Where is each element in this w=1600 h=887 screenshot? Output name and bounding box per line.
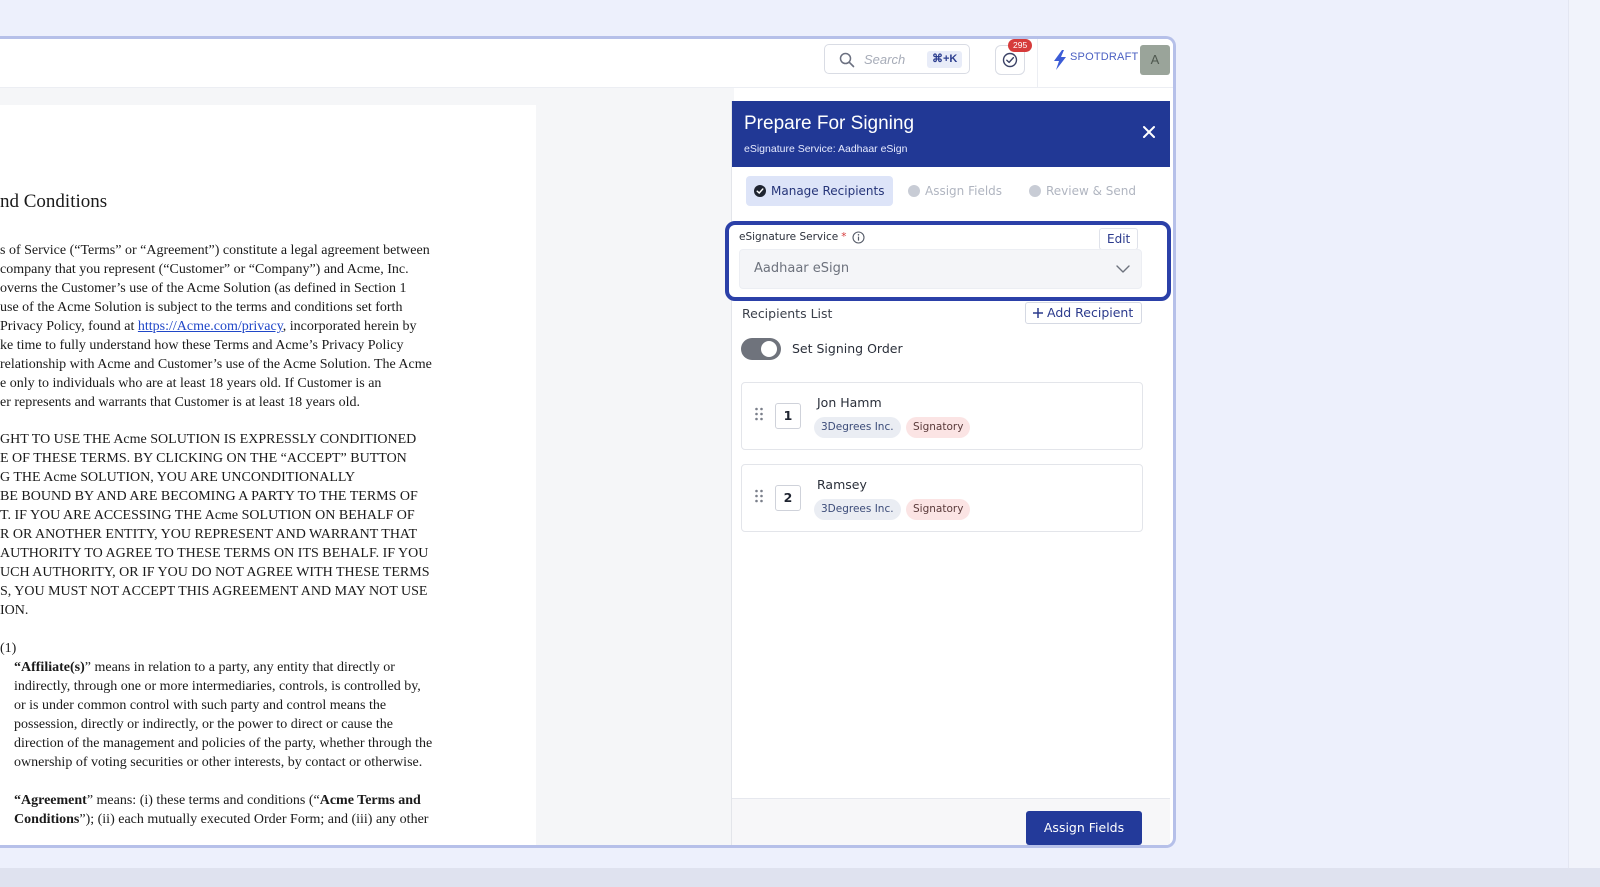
recipient-card[interactable]: 2 Ramsey 3Degrees Inc. Signatory — [741, 464, 1143, 532]
search-placeholder: Search — [864, 52, 906, 67]
prepare-signing-panel: Prepare For Signing eSignature Service: … — [725, 101, 1171, 845]
recipient-org-chip: 3Degrees Inc. — [814, 499, 901, 520]
drag-handle-icon[interactable] — [754, 489, 764, 503]
doc-line: AUTHORITY TO AGREE TO THESE TERMS ON ITS… — [0, 546, 429, 561]
doc-line: GHT TO USE THE Acme SOLUTION IS EXPRESSL… — [0, 432, 417, 447]
doc-line: e only to individuals who are at least 1… — [0, 376, 382, 391]
drag-handle-icon[interactable] — [754, 407, 764, 421]
doc-line-conditions: Conditions”); (ii) each mutually execute… — [14, 812, 428, 828]
doc-line-privacy: Privacy Policy, found at https://Acme.co… — [0, 319, 417, 335]
edit-button[interactable]: Edit — [1099, 228, 1139, 250]
doc-line: indirectly, through one or more intermed… — [14, 679, 421, 694]
doc-line: s of Service (“Terms” or “Agreement”) co… — [0, 243, 430, 258]
recipient-role-chip: Signatory — [906, 499, 971, 520]
recipient-org-chip: 3Degrees Inc. — [814, 417, 901, 438]
info-icon[interactable] — [852, 231, 865, 244]
doc-line: ION. — [0, 603, 29, 618]
doc-line-affiliate: “Affiliate(s)” means in relation to a pa… — [14, 660, 395, 676]
doc-line: S, YOU MUST NOT ACCEPT THIS AGREEMENT AN… — [0, 584, 428, 599]
panel-footer: Assign Fields — [732, 798, 1170, 845]
panel-header: Prepare For Signing eSignature Service: … — [732, 101, 1170, 167]
check-circle-icon — [754, 185, 766, 197]
doc-line-agreement: “Agreement” means: (i) these terms and c… — [14, 793, 421, 809]
esignature-service-field: eSignature Service * Edit Aadhaar eSign — [725, 221, 1171, 301]
signing-order-label: Set Signing Order — [792, 341, 903, 356]
bolt-logo-icon — [1054, 50, 1066, 70]
panel-title: Prepare For Signing — [744, 113, 915, 134]
doc-section-number: (1) — [0, 641, 17, 656]
recipient-order: 1 — [775, 403, 801, 429]
tab-manage-recipients[interactable]: Manage Recipients — [746, 176, 893, 206]
recipient-card[interactable]: 1 Jon Hamm 3Degrees Inc. Signatory — [741, 382, 1143, 450]
doc-line: er represents and warrants that Customer… — [0, 395, 361, 410]
search-shortcut: ⌘+K — [927, 51, 963, 68]
privacy-link[interactable]: https://Acme.com/privacy — [138, 319, 283, 334]
doc-line: BE BOUND BY AND ARE BECOMING A PARTY TO … — [0, 489, 418, 504]
doc-line: direction of the management and policies… — [14, 736, 433, 751]
step-tabs: Manage Recipients Assign Fields Review &… — [732, 167, 1170, 217]
search-box[interactable]: Search ⌘+K — [824, 44, 970, 74]
doc-line: company that you represent (“Customer” o… — [0, 262, 409, 277]
notification-badge: 295 — [1008, 39, 1033, 52]
doc-term: Acme Terms and — [319, 793, 421, 808]
plus-icon — [1033, 308, 1043, 318]
doc-line: relationship with Acme and Customer’s us… — [0, 357, 432, 372]
step-circle-icon — [908, 185, 920, 197]
doc-line: T. IF YOU ARE ACCESSING THE Acme SOLUTIO… — [0, 508, 415, 523]
toggle-knob — [761, 341, 777, 357]
tab-review-send[interactable]: Review & Send — [1029, 176, 1136, 206]
esignature-label-text: eSignature Service — [739, 231, 839, 243]
top-bar: Search ⌘+K 295 SPOTDRAFT A — [0, 39, 1173, 88]
esignature-value: Aadhaar eSign — [754, 261, 850, 276]
doc-line: R OR ANOTHER ENTITY, YOU REPRESENT AND W… — [0, 527, 418, 542]
panel-subtitle: eSignature Service: Aadhaar eSign — [744, 143, 908, 155]
assign-fields-button[interactable]: Assign Fields — [1026, 811, 1142, 845]
header-divider — [1037, 39, 1038, 87]
esignature-label: eSignature Service * — [739, 231, 847, 243]
tab-assign-fields[interactable]: Assign Fields — [908, 176, 1002, 206]
chevron-down-icon — [1116, 265, 1130, 273]
logo-text: SPOTDRAFT — [1070, 51, 1139, 63]
step-label: Manage Recipients — [771, 184, 885, 198]
esignature-select[interactable]: Aadhaar eSign — [739, 249, 1142, 289]
doc-line: or is under common control with such par… — [14, 698, 387, 713]
doc-line: ownership of voting securities or other … — [14, 755, 423, 770]
app-window: Search ⌘+K 295 SPOTDRAFT A nd Conditions… — [0, 36, 1176, 848]
recipient-order: 2 — [775, 485, 801, 511]
doc-text: ”); (ii) each mutually executed Order Fo… — [79, 812, 429, 827]
step-circle-icon — [1029, 185, 1041, 197]
search-icon — [839, 52, 855, 68]
recipient-name: Jon Hamm — [817, 395, 882, 410]
recipients-list-label: Recipients List — [742, 306, 833, 321]
step-label: Assign Fields — [925, 184, 1003, 198]
doc-term: Conditions — [14, 812, 80, 827]
doc-term: “Agreement — [14, 793, 87, 808]
recipient-role-chip: Signatory — [906, 417, 971, 438]
step-label: Review & Send — [1046, 184, 1137, 198]
document-page: nd Conditions s of Service (“Terms” or “… — [0, 105, 536, 845]
doc-line: E OF THESE TERMS. BY CLICKING ON THE “AC… — [0, 451, 407, 466]
doc-text: Privacy Policy, found at — [0, 319, 138, 334]
close-icon[interactable] — [1142, 125, 1156, 139]
doc-term: “Affiliate(s) — [14, 660, 85, 675]
backdrop-bottom — [0, 868, 1600, 887]
signing-order-toggle[interactable] — [741, 338, 781, 360]
doc-line: possession, directly or indirectly, or t… — [14, 717, 393, 732]
user-avatar[interactable]: A — [1140, 45, 1170, 75]
doc-line: use of the Acme Solution is subject to t… — [0, 300, 403, 315]
doc-line: UCH AUTHORITY, OR IF YOU DO NOT AGREE WI… — [0, 565, 430, 580]
check-circle-icon — [1002, 52, 1018, 68]
doc-text: , incorporated herein by — [282, 319, 417, 334]
backdrop-right — [1568, 0, 1600, 868]
add-recipient-label: Add Recipient — [1047, 305, 1134, 320]
recipient-name: Ramsey — [817, 477, 867, 492]
doc-line: overns the Customer’s use of the Acme So… — [0, 281, 407, 296]
doc-line: ke time to fully understand how these Te… — [0, 338, 404, 353]
required-marker: * — [841, 231, 847, 243]
doc-text: ” means in relation to a party, any enti… — [84, 660, 395, 675]
document-title: nd Conditions — [0, 191, 108, 212]
add-recipient-button[interactable]: Add Recipient — [1025, 302, 1143, 324]
doc-line: G THE Acme SOLUTION, YOU ARE UNCONDITION… — [0, 470, 356, 485]
doc-text: ” means: (i) these terms and conditions … — [86, 793, 320, 808]
